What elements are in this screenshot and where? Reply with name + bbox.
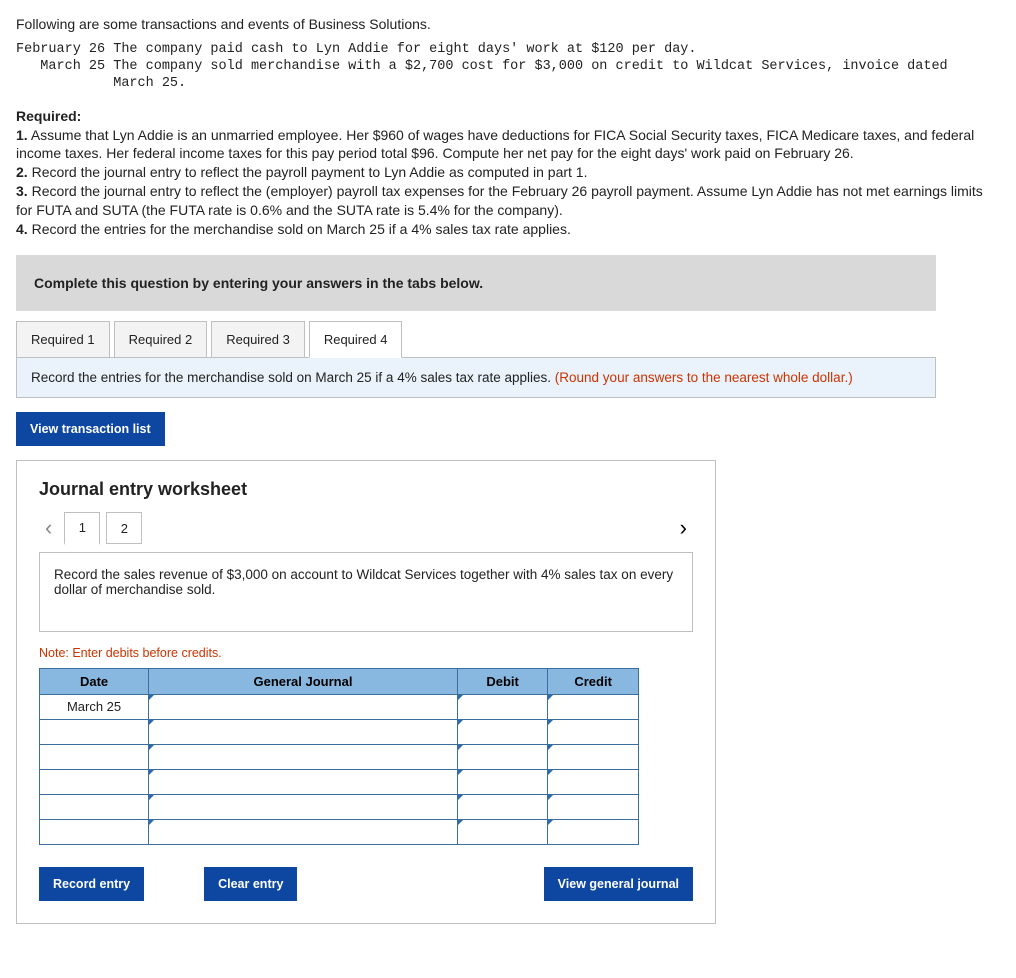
general-journal-cell[interactable] xyxy=(149,694,458,719)
clear-entry-button[interactable]: Clear entry xyxy=(204,867,297,901)
required-1: 1. 1. Assume that Lyn Addie is an unmarr… xyxy=(16,127,31,143)
date-cell[interactable] xyxy=(40,769,149,794)
general-journal-cell[interactable] xyxy=(149,719,458,744)
required-4: 4. Record the entries for the merchandis… xyxy=(16,221,571,237)
debit-cell[interactable] xyxy=(457,794,547,819)
entry-description: Record the sales revenue of $3,000 on ac… xyxy=(39,552,693,632)
view-general-journal-button[interactable]: View general journal xyxy=(544,867,693,901)
debit-cell[interactable] xyxy=(457,719,547,744)
table-row: March 25 xyxy=(40,694,639,719)
instruction-bar: Complete this question by entering your … xyxy=(16,255,936,311)
journal-table: Date General Journal Debit Credit March … xyxy=(39,668,639,845)
chevron-left-icon[interactable]: ‹ xyxy=(39,515,58,541)
tabs-row: Required 1 Required 2 Required 3 Require… xyxy=(16,321,936,358)
worksheet-page-2[interactable]: 2 xyxy=(106,512,142,544)
credit-cell[interactable] xyxy=(548,719,639,744)
general-journal-cell[interactable] xyxy=(149,794,458,819)
table-row xyxy=(40,719,639,744)
journal-entry-worksheet: Journal entry worksheet ‹ 1 2 › Record t… xyxy=(16,460,716,924)
credit-cell[interactable] xyxy=(548,819,639,844)
general-journal-cell[interactable] xyxy=(149,769,458,794)
credit-cell[interactable] xyxy=(548,794,639,819)
tab-prompt-text: Record the entries for the merchandise s… xyxy=(31,370,555,385)
debit-cell[interactable] xyxy=(457,694,547,719)
table-row xyxy=(40,744,639,769)
tab-required-4[interactable]: Required 4 xyxy=(309,321,403,358)
col-header-general-journal: General Journal xyxy=(149,668,458,694)
col-header-credit: Credit xyxy=(548,668,639,694)
credit-cell[interactable] xyxy=(548,769,639,794)
date-cell[interactable]: March 25 xyxy=(40,694,149,719)
table-row xyxy=(40,794,639,819)
intro-text: Following are some transactions and even… xyxy=(16,16,1000,32)
col-header-debit: Debit xyxy=(457,668,547,694)
tab-required-3[interactable]: Required 3 xyxy=(211,321,305,358)
date-cell[interactable] xyxy=(40,819,149,844)
credit-cell[interactable] xyxy=(548,694,639,719)
date-cell[interactable] xyxy=(40,794,149,819)
required-2: 2. Record the journal entry to reflect t… xyxy=(16,164,587,180)
record-entry-button[interactable]: Record entry xyxy=(39,867,144,901)
debit-cell[interactable] xyxy=(457,819,547,844)
general-journal-cell[interactable] xyxy=(149,819,458,844)
worksheet-pager: ‹ 1 2 › xyxy=(39,512,693,545)
table-row xyxy=(40,769,639,794)
tab-content: Record the entries for the merchandise s… xyxy=(16,357,936,398)
debit-cell[interactable] xyxy=(457,744,547,769)
date-cell[interactable] xyxy=(40,719,149,744)
col-header-date: Date xyxy=(40,668,149,694)
required-heading: Required: xyxy=(16,108,81,124)
tab-prompt-hint: (Round your answers to the nearest whole… xyxy=(555,370,853,385)
debit-cell[interactable] xyxy=(457,769,547,794)
transactions-mono: February 26 The company paid cash to Lyn… xyxy=(16,42,1000,93)
chevron-right-icon[interactable]: › xyxy=(674,515,693,541)
view-transaction-list-button[interactable]: View transaction list xyxy=(16,412,165,446)
date-cell[interactable] xyxy=(40,744,149,769)
required-block: Required: 1. 1. Assume that Lyn Addie is… xyxy=(16,107,1000,239)
worksheet-title: Journal entry worksheet xyxy=(39,479,693,500)
worksheet-page-1[interactable]: 1 xyxy=(64,512,100,545)
debits-before-credits-note: Note: Enter debits before credits. xyxy=(39,646,693,660)
credit-cell[interactable] xyxy=(548,744,639,769)
required-3: 3. Record the journal entry to reflect t… xyxy=(16,183,983,218)
required-1-text: Assume that Lyn Addie is an unmarried em… xyxy=(16,127,974,162)
table-row xyxy=(40,819,639,844)
general-journal-cell[interactable] xyxy=(149,744,458,769)
tab-required-2[interactable]: Required 2 xyxy=(114,321,208,358)
tab-required-1[interactable]: Required 1 xyxy=(16,321,110,358)
